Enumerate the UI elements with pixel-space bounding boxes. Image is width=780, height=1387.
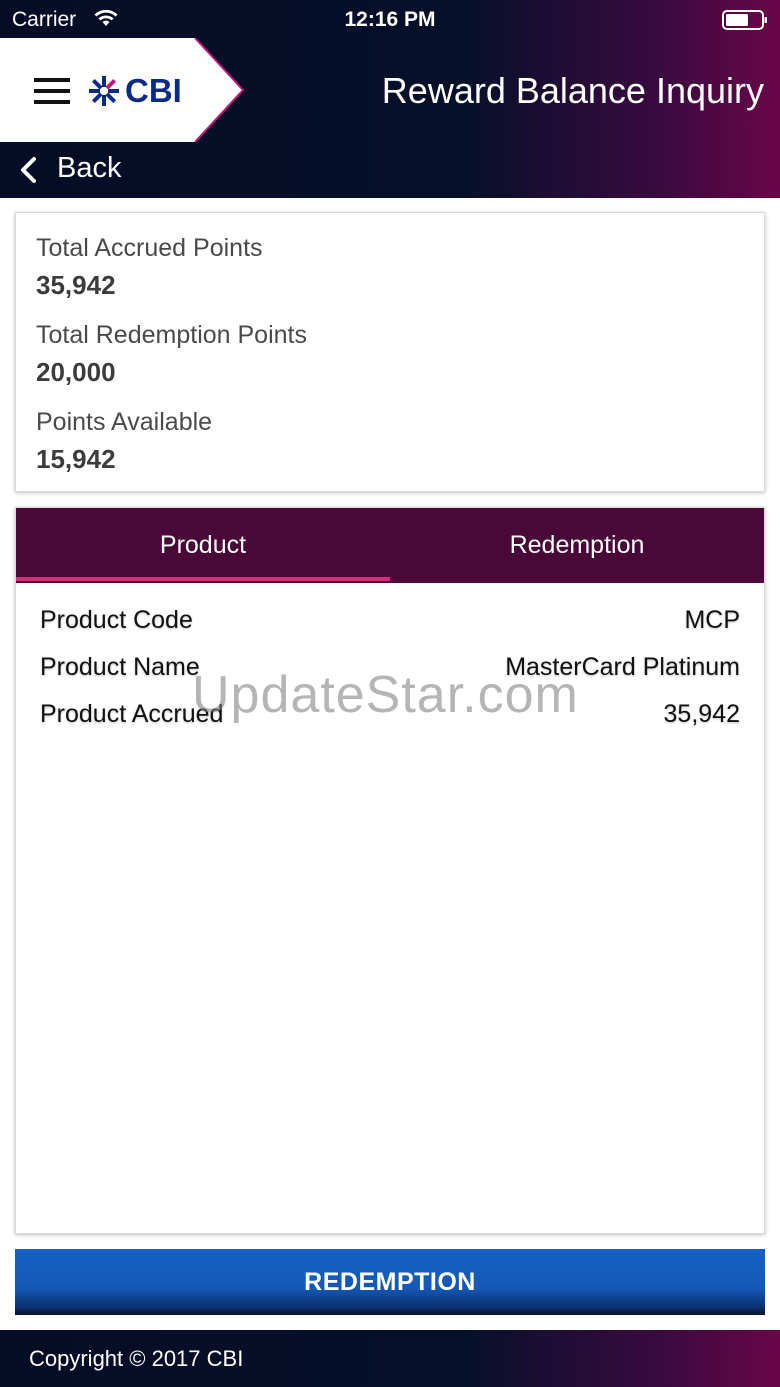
- app-header: Carrier 12:16 PM CBI Reward Balance Inqu…: [0, 0, 780, 198]
- redemption-button[interactable]: REDEMPTION: [15, 1249, 765, 1315]
- total-redemption-points: Total Redemption Points 20,000: [36, 320, 307, 387]
- detail-row-product-name: Product Name MasterCard Platinum: [40, 653, 740, 683]
- detail-label: Product Accrued: [40, 700, 224, 728]
- clock: 12:16 PM: [344, 8, 436, 31]
- cbi-logo-text: CBI: [125, 72, 182, 109]
- tab-bar: Product Redemption: [16, 508, 764, 583]
- logo-panel: CBI: [0, 38, 245, 142]
- detail-value: 35,942: [663, 700, 740, 728]
- detail-label: Product Code: [40, 606, 193, 634]
- hamburger-menu-icon[interactable]: [34, 78, 70, 104]
- detail-label: Product Name: [40, 653, 200, 681]
- back-label: Back: [57, 152, 122, 184]
- summary-label: Points Available: [36, 408, 213, 436]
- tab-redemption[interactable]: Redemption: [390, 508, 764, 583]
- detail-value: MasterCard Platinum: [505, 653, 740, 681]
- battery-icon: [722, 10, 767, 30]
- status-bar: Carrier 12:16 PM: [0, 0, 780, 38]
- summary-label: Total Redemption Points: [36, 321, 307, 349]
- points-summary-card: Total Accrued Points 35,942 Total Redemp…: [15, 212, 765, 492]
- summary-value: 20,000: [36, 357, 116, 387]
- detail-row-product-code: Product Code MCP: [40, 606, 740, 636]
- page-title: Reward Balance Inquiry: [381, 70, 764, 111]
- chevron-left-icon: [21, 157, 36, 183]
- total-accrued-points: Total Accrued Points 35,942: [36, 233, 263, 300]
- summary-value: 35,942: [36, 270, 116, 300]
- points-available: Points Available 15,942: [36, 407, 212, 474]
- copyright-text: Copyright © 2017 CBI: [29, 1346, 244, 1371]
- summary-value: 15,942: [36, 444, 116, 474]
- tab-product[interactable]: Product: [16, 508, 390, 583]
- detail-value: MCP: [684, 606, 740, 634]
- product-tab-card: Product Redemption Product Code MCP Prod…: [15, 507, 765, 1234]
- app-footer: Copyright © 2017 CBI: [0, 1330, 780, 1387]
- detail-row-product-accrued: Product Accrued 35,942: [40, 700, 740, 730]
- summary-label: Total Accrued Points: [36, 234, 263, 262]
- cbi-logo-icon: [89, 76, 119, 106]
